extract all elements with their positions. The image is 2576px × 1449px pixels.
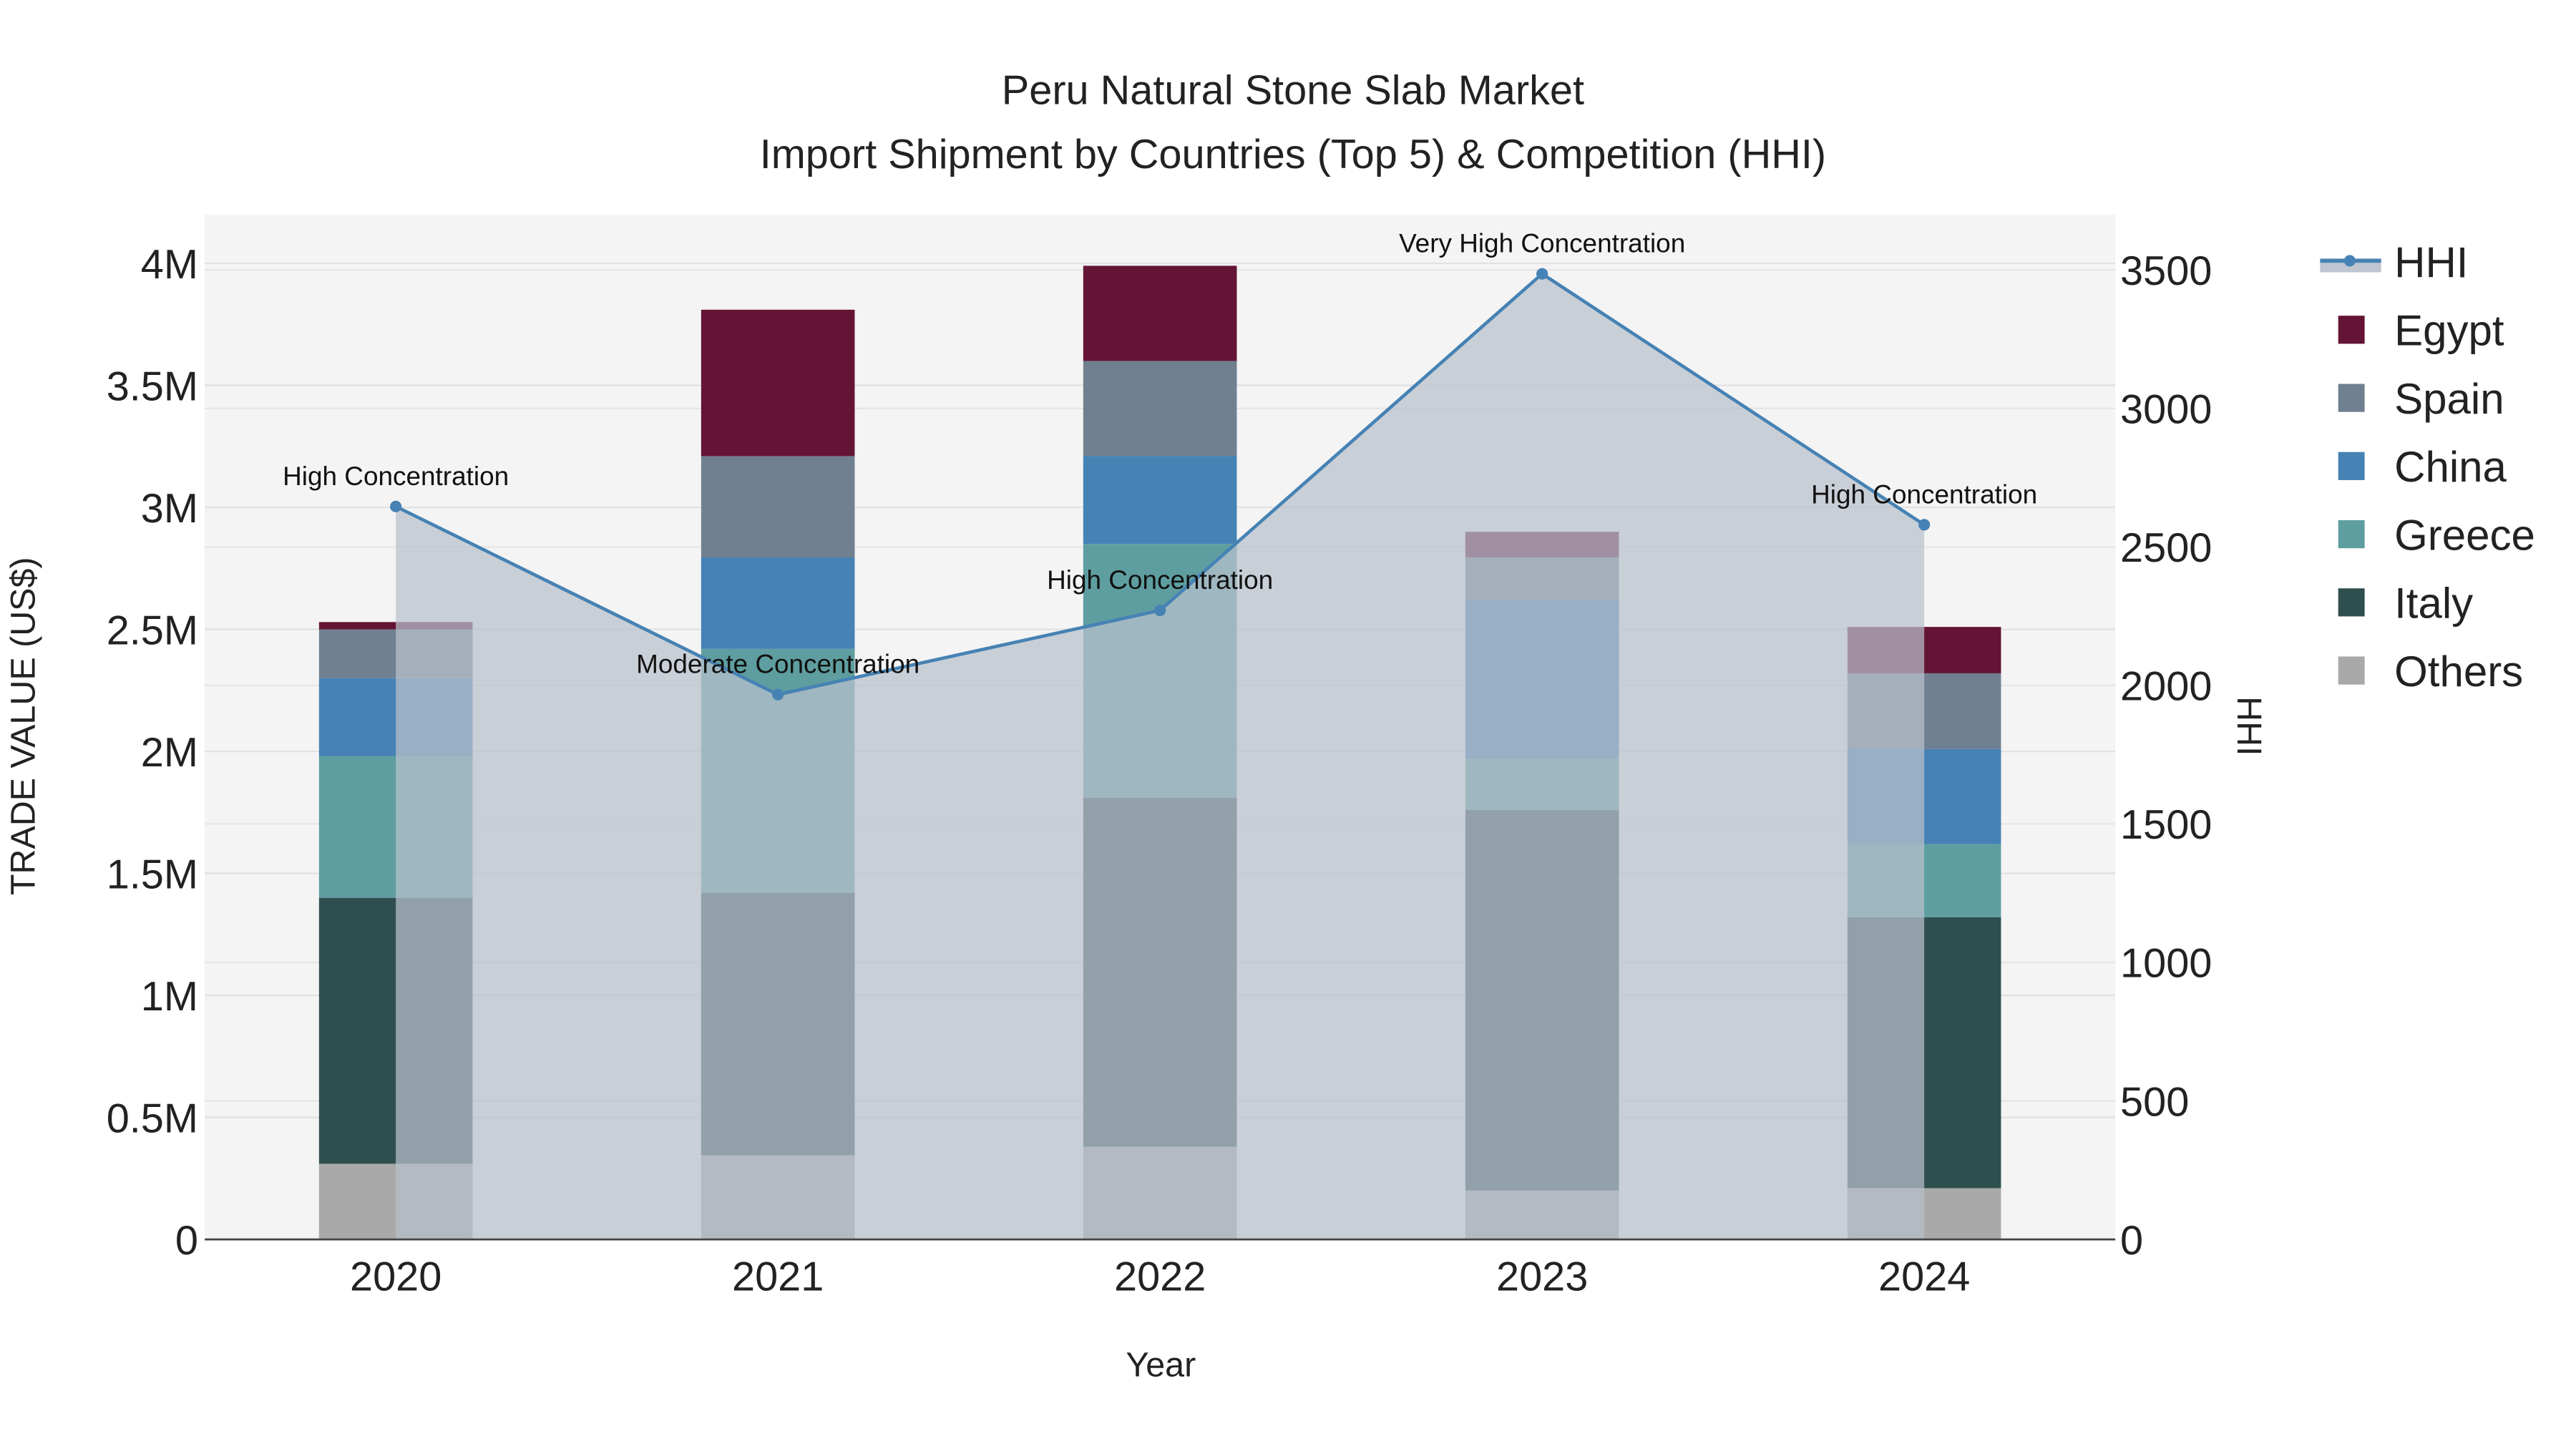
- legend-hhi-marker: [2343, 255, 2356, 267]
- legend-label-china: China: [2394, 443, 2507, 491]
- legend-swatch-greece: [2338, 519, 2365, 549]
- y-tick-label: 3M: [141, 486, 198, 532]
- legend: HHI Egypt Spain China Greece Italy Others: [2320, 238, 2535, 696]
- bar-spain-2021: [701, 456, 855, 557]
- y-axis-ticks: 0 0.5M 1M 1.5M 2M 2.5M 3M 3.5M 4M: [107, 242, 198, 1264]
- legend-label-spain: Spain: [2394, 375, 2504, 423]
- bar-egypt-2022: [1083, 265, 1237, 361]
- y2-tick-label: 0: [2120, 1218, 2143, 1264]
- y-tick-label: 2M: [141, 730, 198, 776]
- hhi-point: [390, 500, 402, 512]
- y2-tick-label: 3500: [2120, 248, 2212, 294]
- hhi-point: [1918, 519, 1931, 531]
- x-tick-label: 2024: [1878, 1254, 1970, 1300]
- y-tick-label: 0.5M: [107, 1096, 198, 1141]
- x-tick-label: 2022: [1114, 1254, 1206, 1300]
- hhi-annotation: High Concentration: [1811, 479, 2037, 509]
- y2-tick-label: 500: [2120, 1079, 2189, 1125]
- legend-label-egypt: Egypt: [2394, 307, 2504, 355]
- legend-swatch-others: [2338, 656, 2365, 685]
- legend-swatch-italy: [2338, 588, 2365, 617]
- y2-tick-label: 2000: [2120, 664, 2212, 710]
- chart: High Concentration Moderate Concentration…: [4, 67, 2535, 1385]
- hhi-point: [772, 688, 784, 701]
- legend-label-greece: Greece: [2394, 512, 2535, 560]
- bar-spain-2022: [1083, 361, 1237, 457]
- chart-title: Peru Natural Stone Slab Market: [1002, 67, 1584, 113]
- y-axis-label: TRADE VALUE (US$): [4, 557, 42, 895]
- x-axis-ticks: 2020 2021 2022 2023 2024: [350, 1254, 1970, 1300]
- hhi-annotation: Very High Concentration: [1399, 229, 1685, 258]
- legend-swatch-spain: [2338, 384, 2365, 412]
- bar-egypt-2021: [701, 309, 855, 457]
- hhi-annotation: High Concentration: [283, 462, 509, 491]
- legend-swatch-china: [2338, 452, 2365, 480]
- x-tick-label: 2021: [732, 1254, 824, 1300]
- bar-china-2021: [701, 557, 855, 649]
- y-tick-label: 0: [175, 1218, 198, 1264]
- y2-tick-label: 2500: [2120, 525, 2212, 571]
- y-tick-label: 3.5M: [107, 364, 198, 409]
- x-axis-label: Year: [1126, 1346, 1196, 1385]
- legend-swatch-egypt: [2338, 316, 2365, 344]
- bar-china-2022: [1083, 456, 1237, 545]
- hhi-annotation: High Concentration: [1047, 565, 1273, 595]
- y2-axis-label: HHI: [2230, 696, 2268, 756]
- legend-label-others: Others: [2394, 648, 2523, 696]
- y-tick-label: 2.5M: [107, 608, 198, 653]
- y2-tick-label: 3000: [2120, 387, 2212, 433]
- y2-axis-ticks: 0 500 1000 1500 2000 2500 3000 3500: [2120, 248, 2212, 1264]
- legend-label-hhi: HHI: [2394, 238, 2468, 286]
- y-tick-label: 1M: [141, 974, 198, 1020]
- y2-tick-label: 1000: [2120, 941, 2212, 987]
- hhi-point: [1536, 268, 1548, 280]
- chart-subtitle: Import Shipment by Countries (Top 5) & C…: [760, 132, 1826, 177]
- y-tick-label: 1.5M: [107, 852, 198, 897]
- y-tick-label: 4M: [141, 242, 198, 288]
- y2-tick-label: 1500: [2120, 802, 2212, 848]
- x-tick-label: 2023: [1496, 1254, 1588, 1300]
- hhi-point: [1154, 604, 1166, 617]
- hhi-annotation: Moderate Concentration: [636, 650, 919, 679]
- x-tick-label: 2020: [350, 1254, 441, 1300]
- legend-label-italy: Italy: [2394, 580, 2473, 628]
